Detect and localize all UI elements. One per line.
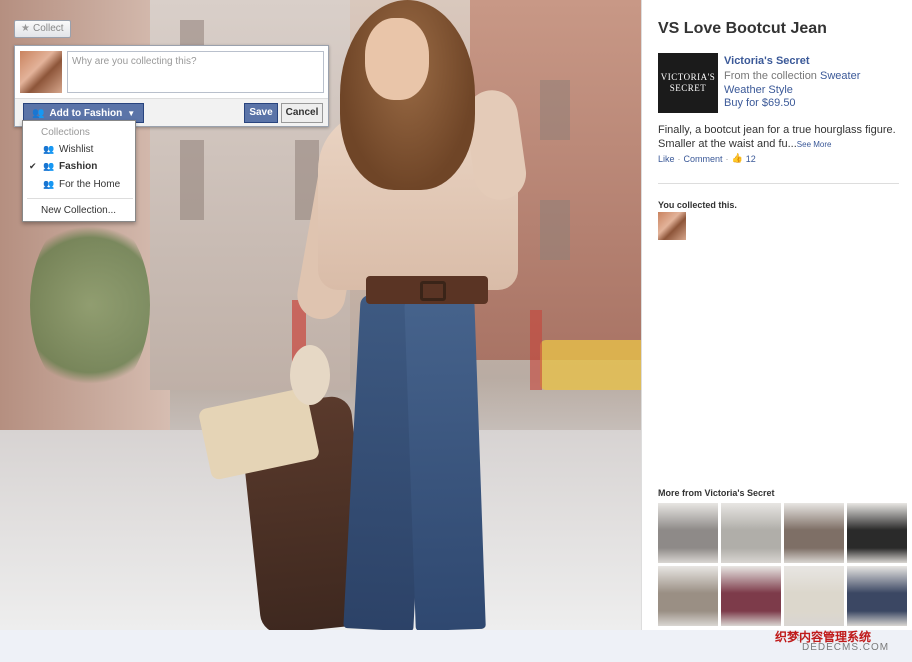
like-link[interactable]: Like [658,154,675,164]
product-sidebar: VS Love Bootcut Jean VICTORIA'S SECRET V… [641,0,912,630]
collection-item-label: For the Home [59,179,121,190]
product-description: Finally, a bootcut jean for a true hourg… [658,123,898,152]
face [365,18,429,100]
save-button[interactable]: Save [244,103,278,123]
see-more-link[interactable]: See More [797,140,832,149]
separator: · [677,153,681,164]
product-title: VS Love Bootcut Jean [658,20,827,37]
collection-item-for-the-home[interactable]: 👥 For the Home [23,176,135,193]
checkmark-icon: ✔ [29,161,37,171]
collect-reason-input[interactable] [67,51,324,93]
red-post [530,310,542,390]
product-thumbnail[interactable] [721,566,781,626]
collection-item-label: Wishlist [59,144,94,155]
collection-source: From the collection Sweater Weather Styl… [724,69,902,97]
people-icon: 👥 [43,161,55,171]
collect-panel: 👥 Add to Fashion ▼ Save Cancel [14,45,329,127]
product-thumbnail[interactable] [847,566,907,626]
collection-item-fashion[interactable]: ✔ 👥 Fashion [23,158,135,175]
divider [658,183,899,184]
separator: · [725,153,729,164]
collection-item-wishlist[interactable]: 👥 Wishlist [23,141,135,158]
building-window [180,140,204,220]
new-collection-item[interactable]: New Collection... [41,205,116,216]
collection-item-label: Fashion [59,161,98,172]
product-thumbnail[interactable] [658,503,718,563]
product-thumbnail[interactable] [847,503,907,563]
people-icon: 👥 [43,179,55,189]
buy-link[interactable]: Buy for $69.50 [724,97,796,109]
from-prefix: From the collection [724,70,817,82]
brand-logo[interactable]: VICTORIA'S SECRET [658,53,718,113]
social-actions: Like · Comment · 👍 12 [658,153,756,164]
collections-dropdown: Collections 👥 Wishlist ✔ 👥 Fashion 👥 For… [22,120,136,222]
collect-button-label: Collect [32,23,64,34]
belt-buckle [420,281,446,301]
like-count[interactable]: 12 [746,154,756,164]
avatar [20,51,62,93]
dropdown-divider [27,198,133,199]
jeans-right-leg [404,294,486,630]
brand-link[interactable]: Victoria's Secret [724,55,810,67]
building-window [540,200,570,260]
star-icon: ★ [21,23,30,34]
avatar[interactable] [658,212,686,240]
tree [30,210,150,400]
people-icon: 👥 [32,107,45,119]
product-thumbnail[interactable] [784,566,844,626]
add-to-collection-label: Add to Fashion [49,107,123,119]
product-thumbnail[interactable] [721,503,781,563]
you-collected-label: You collected this. [658,200,737,210]
description-text: Finally, a bootcut jean for a true hourg… [658,124,896,150]
comment-link[interactable]: Comment [684,154,723,164]
building-window [540,80,570,140]
more-from-heading: More from Victoria's Secret [658,488,775,498]
cancel-button[interactable]: Cancel [281,103,323,123]
bus [540,340,641,390]
brand-logo-text: VICTORIA'S SECRET [660,72,716,93]
hat [290,345,330,405]
product-thumbnail[interactable] [784,503,844,563]
chevron-down-icon: ▼ [127,108,136,118]
people-icon: 👥 [43,144,55,154]
thumbs-up-icon[interactable]: 👍 [732,153,743,164]
dropdown-header: Collections [41,127,90,138]
collect-button[interactable]: ★ Collect [14,20,71,38]
app-root: ★ Collect 👥 Add to Fashion ▼ Save Cancel… [0,0,912,662]
product-thumbnail[interactable] [658,566,718,626]
watermark-url: DEDECMS.COM [802,642,890,653]
